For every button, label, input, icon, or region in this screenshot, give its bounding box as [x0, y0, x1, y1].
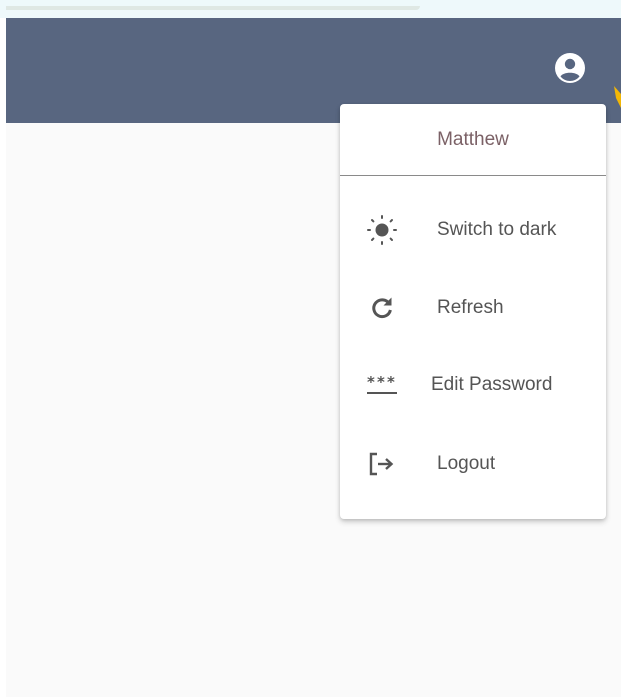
menu-item-switch-dark[interactable]: Switch to dark — [340, 200, 606, 260]
account-circle-icon — [555, 53, 585, 83]
top-strip — [0, 0, 621, 18]
menu-user-name: Matthew — [340, 104, 606, 176]
menu-item-label: Logout — [437, 453, 496, 474]
password-icon: * * * — [362, 367, 402, 403]
logout-icon — [362, 446, 402, 482]
account-button[interactable] — [552, 50, 588, 86]
menu-item-edit-password[interactable]: * * * Edit Password — [340, 355, 606, 415]
svg-text:*: * — [387, 373, 395, 391]
user-menu: Matthew Switch to dark Refresh * * * Edi… — [340, 104, 606, 519]
menu-item-refresh[interactable]: Refresh — [340, 278, 606, 338]
svg-text:*: * — [377, 373, 385, 391]
menu-item-label: Refresh — [437, 297, 504, 318]
menu-item-logout[interactable]: Logout — [340, 434, 606, 494]
svg-text:*: * — [367, 373, 375, 391]
sun-icon — [362, 212, 402, 248]
refresh-icon — [362, 290, 402, 326]
menu-item-label: Switch to dark — [437, 219, 557, 240]
corner-accent-icon — [614, 86, 621, 108]
menu-item-label: Edit Password — [431, 374, 553, 395]
top-strip-line — [6, 6, 420, 10]
